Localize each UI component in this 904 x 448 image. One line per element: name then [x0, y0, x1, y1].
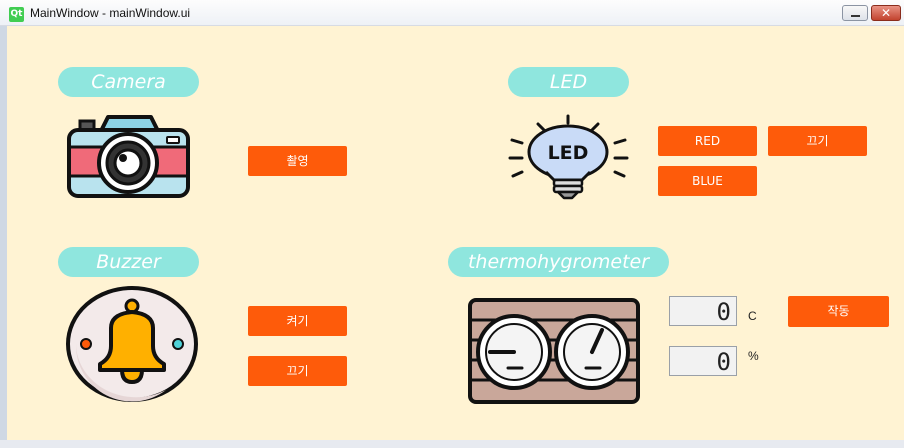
thermo-run-button[interactable]: 작동 — [788, 296, 889, 327]
close-button[interactable]: ✕ — [871, 5, 901, 21]
qt-logo-icon: Qt — [9, 7, 24, 22]
camera-title: Camera — [58, 67, 199, 97]
led-red-button[interactable]: RED — [658, 126, 757, 156]
led-bulb-icon: LED — [508, 114, 629, 200]
bell-icon — [66, 286, 198, 402]
led-blue-button[interactable]: BLUE — [658, 166, 757, 196]
temperature-unit: C — [748, 309, 757, 323]
window-left-edge — [0, 26, 7, 448]
led-icon-text: LED — [548, 142, 589, 164]
window-title: MainWindow - mainWindow.ui — [30, 6, 191, 20]
temperature-value: 0 — [716, 298, 731, 326]
minimize-button[interactable] — [842, 5, 868, 21]
title-bar[interactable]: Qt MainWindow - mainWindow.ui ✕ — [0, 0, 904, 26]
window-bottom-edge — [0, 440, 904, 448]
led-off-button[interactable]: 끄기 — [768, 126, 867, 156]
buzzer-on-button[interactable]: 켜기 — [248, 306, 347, 336]
thermohygrometer-icon — [468, 298, 640, 404]
thermohygrometer-title: thermohygrometer — [448, 247, 669, 277]
buzzer-title: Buzzer — [58, 247, 199, 277]
buzzer-off-button[interactable]: 끄기 — [248, 356, 347, 386]
capture-button[interactable]: 촬영 — [248, 146, 347, 176]
temperature-display: 0 — [669, 296, 737, 326]
led-title: LED — [508, 67, 629, 97]
humidity-display: 0 — [669, 346, 737, 376]
minimize-icon — [851, 15, 860, 17]
humidity-unit: % — [748, 349, 759, 363]
camera-icon — [67, 115, 190, 198]
humidity-value: 0 — [716, 348, 731, 376]
